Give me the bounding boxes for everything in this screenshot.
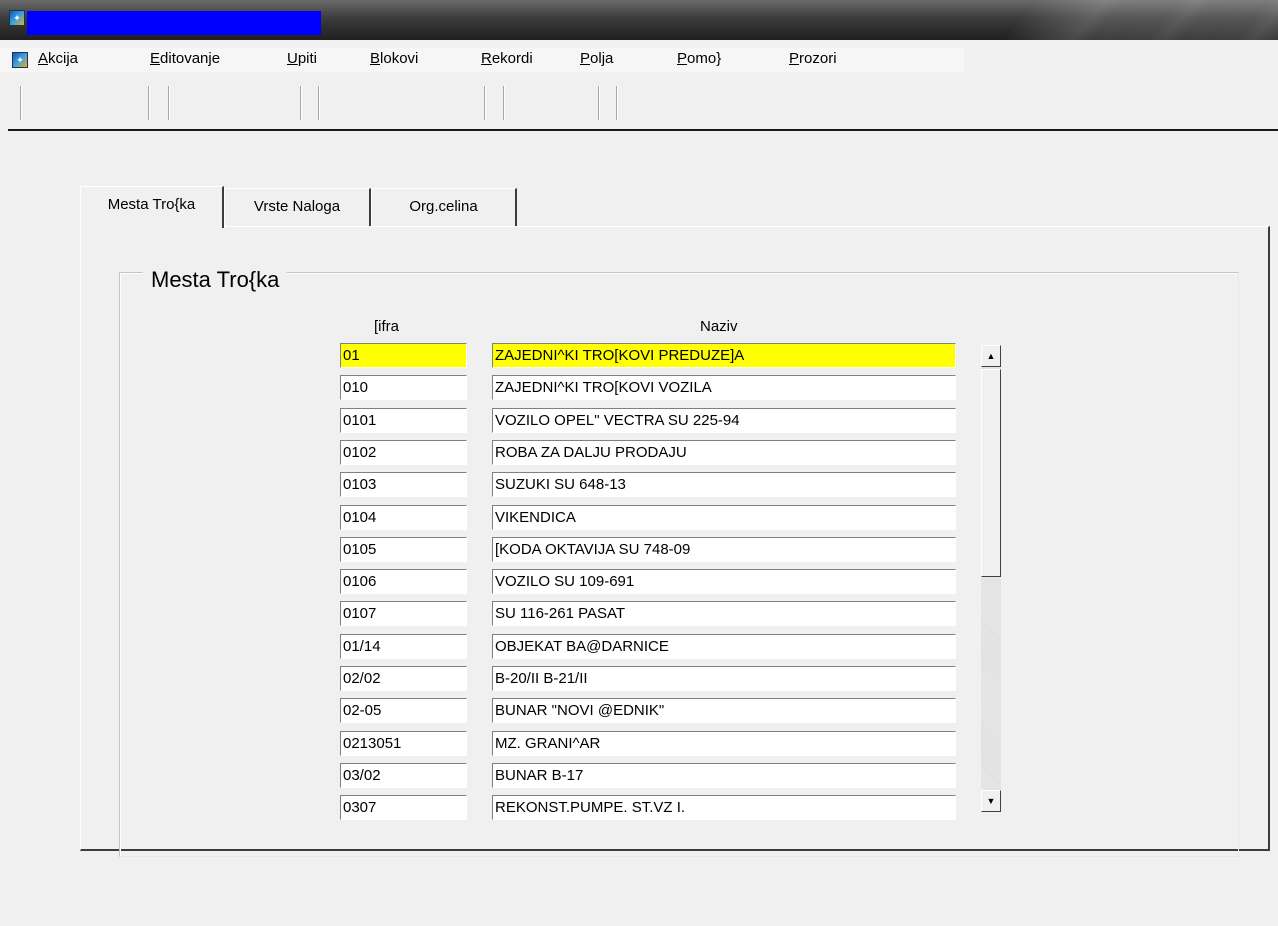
row-name-field[interactable]: OBJEKAT BA@DARNICE: [492, 634, 956, 659]
toolbar-separator: [484, 86, 486, 120]
menu-polja[interactable]: Polja: [580, 50, 613, 68]
row-code-field[interactable]: 01/14: [340, 634, 467, 659]
group-title: Mesta Tro{ka: [143, 263, 288, 297]
toolbar: [0, 80, 1278, 124]
row-name-field[interactable]: VOZILO OPEL" VECTRA SU 225-94: [492, 408, 956, 433]
row-code-field[interactable]: 03/02: [340, 763, 467, 788]
menu-blokovi[interactable]: Blokovi: [370, 50, 418, 68]
row-name-field[interactable]: [KODA OKTAVIJA SU 748-09: [492, 537, 956, 562]
row-name-field[interactable]: ZAJEDNI^KI TRO[KOVI VOZILA: [492, 375, 956, 400]
tab-vrste-naloga[interactable]: Vrste Naloga: [224, 188, 371, 226]
scroll-down-arrow-icon[interactable]: ▼: [981, 790, 1001, 812]
toolbar-separator: [616, 86, 618, 120]
row-code-field[interactable]: 0107: [340, 601, 467, 626]
row-name-field[interactable]: ZAJEDNI^KI TRO[KOVI PREDUZE]A: [492, 343, 956, 368]
row-code-field[interactable]: 0104: [340, 505, 467, 530]
menu-pomoc[interactable]: Pomo}: [677, 50, 721, 68]
menu-app-icon[interactable]: ✦: [12, 52, 28, 68]
menu-akcija[interactable]: Akcija: [38, 50, 78, 68]
row-name-field[interactable]: REKONST.PUMPE. ST.VZ I.: [492, 795, 956, 820]
toolbar-separator: [598, 86, 600, 120]
menu-prozori[interactable]: Prozori: [789, 50, 837, 68]
row-code-field[interactable]: 02-05: [340, 698, 467, 723]
row-name-field[interactable]: BUNAR B-17: [492, 763, 956, 788]
vertical-scrollbar[interactable]: ▲ ▼: [981, 345, 1001, 812]
row-name-field[interactable]: SUZUKI SU 648-13: [492, 472, 956, 497]
tab-mesta-troska[interactable]: Mesta Tro{ka: [80, 186, 224, 228]
menu-editovanje[interactable]: Editovanje: [150, 50, 220, 68]
toolbar-separator: [20, 86, 22, 120]
row-name-field[interactable]: VOZILO SU 109-691: [492, 569, 956, 594]
row-code-field[interactable]: 02/02: [340, 666, 467, 691]
toolbar-separator: [503, 86, 505, 120]
row-code-field[interactable]: 01: [340, 343, 467, 368]
toolbar-divider: [8, 129, 1278, 131]
toolbar-separator: [300, 86, 302, 120]
menu-upiti[interactable]: Upiti: [287, 50, 317, 68]
scroll-up-arrow-icon[interactable]: ▲: [981, 345, 1001, 367]
row-code-field[interactable]: 0307: [340, 795, 467, 820]
row-code-field[interactable]: 0101: [340, 408, 467, 433]
toolbar-separator: [318, 86, 320, 120]
column-header-sifra: [ifra: [374, 318, 400, 335]
app-icon[interactable]: ✦: [9, 10, 25, 26]
row-code-field[interactable]: 0102: [340, 440, 467, 465]
tab-org-celina[interactable]: Org.celina: [371, 188, 517, 226]
title-bar: ✦: [0, 0, 1278, 40]
row-name-field[interactable]: SU 116-261 PASAT: [492, 601, 956, 626]
row-code-field[interactable]: 0103: [340, 472, 467, 497]
scrollbar-thumb[interactable]: [981, 369, 1001, 577]
menu-bar: ✦ Akcija Editovanje Upiti Blokovi Rekord…: [0, 48, 964, 72]
row-name-field[interactable]: B-20/II B-21/II: [492, 666, 956, 691]
row-name-field[interactable]: VIKENDICA: [492, 505, 956, 530]
menu-rekordi[interactable]: Rekordi: [481, 50, 533, 68]
row-name-field[interactable]: MZ. GRANI^AR: [492, 731, 956, 756]
row-code-field[interactable]: 0213051: [340, 731, 467, 756]
toolbar-separator: [148, 86, 150, 120]
window-title-field: [27, 11, 321, 35]
column-header-naziv: Naziv: [700, 318, 738, 335]
row-name-field[interactable]: BUNAR "NOVI @EDNIK": [492, 698, 956, 723]
row-code-field[interactable]: 0106: [340, 569, 467, 594]
toolbar-separator: [168, 86, 170, 120]
row-name-field[interactable]: ROBA ZA DALJU PRODAJU: [492, 440, 956, 465]
row-code-field[interactable]: 010: [340, 375, 467, 400]
row-code-field[interactable]: 0105: [340, 537, 467, 562]
